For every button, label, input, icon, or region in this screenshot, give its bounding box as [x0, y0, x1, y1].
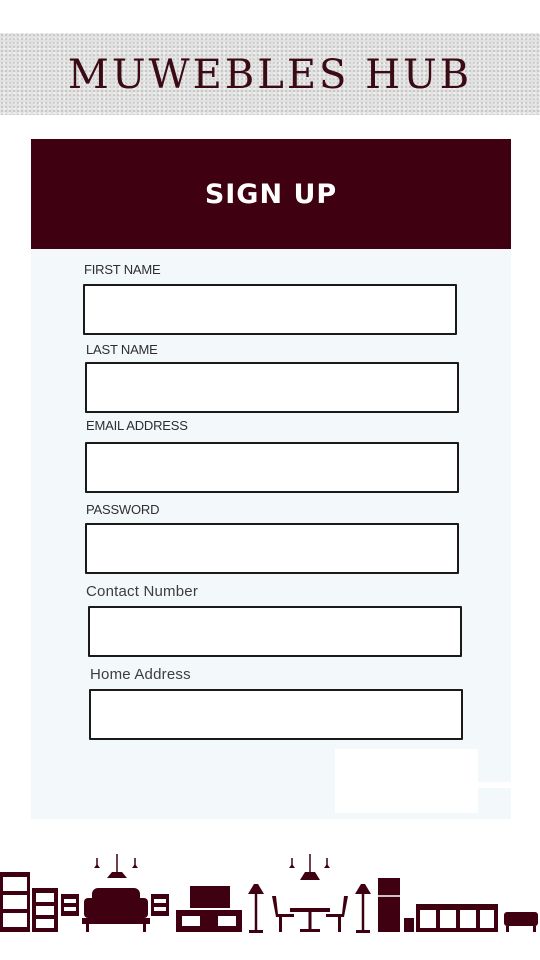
password-label: PASSWORD	[86, 502, 160, 517]
signup-card: SIGN UP FIRST NAME LAST NAME EMAIL ADDRE…	[31, 139, 511, 819]
furniture-silhouette-icon	[0, 854, 538, 933]
last-name-input[interactable]	[85, 362, 459, 413]
email-address-label: EMAIL ADDRESS	[86, 418, 188, 433]
signup-header: SIGN UP	[31, 139, 511, 249]
brand-banner: MUWEBLES HUB	[0, 33, 540, 115]
password-input[interactable]	[85, 523, 459, 574]
first-name-label: FIRST NAME	[84, 262, 161, 277]
last-name-label: LAST NAME	[86, 342, 158, 357]
home-address-label: Home Address	[90, 666, 191, 683]
first-name-input[interactable]	[83, 284, 457, 335]
signup-title: SIGN UP	[204, 178, 338, 210]
contact-number-label: Contact Number	[86, 583, 199, 600]
submit-button-edge	[477, 782, 511, 788]
brand-title: MUWEBLES HUB	[67, 52, 473, 98]
submit-button[interactable]	[335, 749, 478, 813]
email-address-input[interactable]	[85, 442, 459, 493]
contact-number-input[interactable]	[88, 606, 462, 657]
home-address-input[interactable]	[89, 689, 463, 740]
